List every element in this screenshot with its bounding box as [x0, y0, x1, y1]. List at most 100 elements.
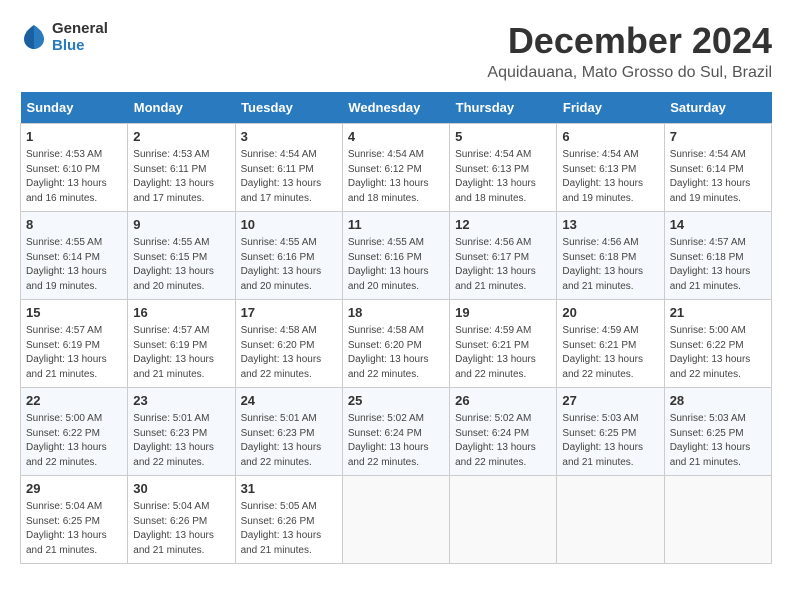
day-number: 13: [562, 216, 658, 234]
day-number: 2: [133, 128, 229, 146]
day-number: 7: [670, 128, 766, 146]
day-cell: 12Sunrise: 4:56 AMSunset: 6:17 PMDayligh…: [450, 212, 557, 300]
week-row-2: 8Sunrise: 4:55 AMSunset: 6:14 PMDaylight…: [21, 212, 772, 300]
week-row-3: 15Sunrise: 4:57 AMSunset: 6:19 PMDayligh…: [21, 300, 772, 388]
day-cell: 7 Sunrise: 4:54 AMSunset: 6:14 PMDaylight…: [664, 124, 771, 212]
day-number: 25: [348, 392, 444, 410]
day-cell: [557, 476, 664, 564]
day-info: Sunrise: 5:02 AMSunset: 6:24 PMDaylight:…: [455, 412, 551, 470]
day-number: 8: [26, 216, 122, 234]
day-cell: 24Sunrise: 5:01 AMSunset: 6:23 PMDayligh…: [235, 388, 342, 476]
day-info: Sunrise: 5:03 AMSunset: 6:25 PMDaylight:…: [562, 412, 658, 470]
day-number: 1: [26, 128, 122, 146]
logo: General Blue: [20, 20, 108, 54]
day-number: 18: [348, 304, 444, 322]
day-number: 29: [26, 480, 122, 498]
logo-text: General Blue: [52, 20, 108, 54]
title-block: December 2024 Aquidauana, Mato Grosso do…: [487, 20, 772, 82]
day-number: 4: [348, 128, 444, 146]
day-info: Sunrise: 4:57 AMSunset: 6:19 PMDaylight:…: [26, 324, 122, 382]
day-info: Sunrise: 4:55 AMSunset: 6:16 PMDaylight:…: [348, 236, 444, 294]
day-info: Sunrise: 5:05 AMSunset: 6:26 PMDaylight:…: [241, 500, 337, 558]
day-info: Sunrise: 4:54 AMSunset: 6:13 PMDaylight:…: [562, 148, 658, 206]
day-cell: 4 Sunrise: 4:54 AMSunset: 6:12 PMDaylight…: [342, 124, 449, 212]
day-cell: 11 Sunrise: 4:55 AMSunset: 6:16 PMDayligh…: [342, 212, 449, 300]
weekday-header-sunday: Sunday: [21, 92, 128, 124]
day-number: 27: [562, 392, 658, 410]
month-title: December 2024: [487, 20, 772, 62]
day-number: 16: [133, 304, 229, 322]
day-number: 14: [670, 216, 766, 234]
day-info: Sunrise: 4:56 AMSunset: 6:18 PMDaylight:…: [562, 236, 658, 294]
day-cell: 25 Sunrise: 5:02 AMSunset: 6:24 PMDayligh…: [342, 388, 449, 476]
day-info: Sunrise: 5:04 AMSunset: 6:26 PMDaylight:…: [133, 500, 229, 558]
day-cell: 2 Sunrise: 4:53 AMSunset: 6:11 PMDaylight…: [128, 124, 235, 212]
day-cell: 19 Sunrise: 4:59 AMSunset: 6:21 PMDayligh…: [450, 300, 557, 388]
weekday-header-thursday: Thursday: [450, 92, 557, 124]
day-info: Sunrise: 4:57 AMSunset: 6:18 PMDaylight:…: [670, 236, 766, 294]
weekday-header-wednesday: Wednesday: [342, 92, 449, 124]
day-cell: 17Sunrise: 4:58 AMSunset: 6:20 PMDayligh…: [235, 300, 342, 388]
day-number: 19: [455, 304, 551, 322]
day-cell: 29 Sunrise: 5:04 AMSunset: 6:25 PMDayligh…: [21, 476, 128, 564]
calendar-table: SundayMondayTuesdayWednesdayThursdayFrid…: [20, 92, 772, 564]
day-number: 20: [562, 304, 658, 322]
day-number: 21: [670, 304, 766, 322]
day-info: Sunrise: 5:01 AMSunset: 6:23 PMDaylight:…: [241, 412, 337, 470]
day-info: Sunrise: 5:04 AMSunset: 6:25 PMDaylight:…: [26, 500, 122, 558]
day-cell: [450, 476, 557, 564]
day-info: Sunrise: 4:55 AMSunset: 6:16 PMDaylight:…: [241, 236, 337, 294]
day-cell: 10 Sunrise: 4:55 AMSunset: 6:16 PMDayligh…: [235, 212, 342, 300]
week-row-4: 22 Sunrise: 5:00 AMSunset: 6:22 PMDayligh…: [21, 388, 772, 476]
location-subtitle: Aquidauana, Mato Grosso do Sul, Brazil: [487, 64, 772, 82]
day-number: 26: [455, 392, 551, 410]
day-info: Sunrise: 4:54 AMSunset: 6:11 PMDaylight:…: [241, 148, 337, 206]
day-info: Sunrise: 4:54 AMSunset: 6:14 PMDaylight:…: [670, 148, 766, 206]
day-info: Sunrise: 4:58 AMSunset: 6:20 PMDaylight:…: [348, 324, 444, 382]
day-info: Sunrise: 4:53 AMSunset: 6:11 PMDaylight:…: [133, 148, 229, 206]
day-info: Sunrise: 5:03 AMSunset: 6:25 PMDaylight:…: [670, 412, 766, 470]
day-cell: 8Sunrise: 4:55 AMSunset: 6:14 PMDaylight…: [21, 212, 128, 300]
weekday-header-monday: Monday: [128, 92, 235, 124]
day-number: 12: [455, 216, 551, 234]
day-cell: 14 Sunrise: 4:57 AMSunset: 6:18 PMDayligh…: [664, 212, 771, 300]
day-cell: 3Sunrise: 4:54 AMSunset: 6:11 PMDaylight…: [235, 124, 342, 212]
day-cell: 9 Sunrise: 4:55 AMSunset: 6:15 PMDaylight…: [128, 212, 235, 300]
day-info: Sunrise: 5:00 AMSunset: 6:22 PMDaylight:…: [26, 412, 122, 470]
day-number: 23: [133, 392, 229, 410]
day-cell: 20Sunrise: 4:59 AMSunset: 6:21 PMDayligh…: [557, 300, 664, 388]
day-cell: 16 Sunrise: 4:57 AMSunset: 6:19 PMDayligh…: [128, 300, 235, 388]
day-cell: 26 Sunrise: 5:02 AMSunset: 6:24 PMDayligh…: [450, 388, 557, 476]
day-info: Sunrise: 4:59 AMSunset: 6:21 PMDaylight:…: [455, 324, 551, 382]
weekday-header-friday: Friday: [557, 92, 664, 124]
day-number: 22: [26, 392, 122, 410]
day-cell: 31Sunrise: 5:05 AMSunset: 6:26 PMDayligh…: [235, 476, 342, 564]
day-number: 28: [670, 392, 766, 410]
day-number: 17: [241, 304, 337, 322]
day-cell: 22 Sunrise: 5:00 AMSunset: 6:22 PMDayligh…: [21, 388, 128, 476]
day-cell: [342, 476, 449, 564]
day-info: Sunrise: 5:02 AMSunset: 6:24 PMDaylight:…: [348, 412, 444, 470]
day-info: Sunrise: 4:54 AMSunset: 6:12 PMDaylight:…: [348, 148, 444, 206]
day-number: 9: [133, 216, 229, 234]
day-info: Sunrise: 4:55 AMSunset: 6:15 PMDaylight:…: [133, 236, 229, 294]
day-cell: 27 Sunrise: 5:03 AMSunset: 6:25 PMDayligh…: [557, 388, 664, 476]
day-info: Sunrise: 5:01 AMSunset: 6:23 PMDaylight:…: [133, 412, 229, 470]
day-info: Sunrise: 4:53 AMSunset: 6:10 PMDaylight:…: [26, 148, 122, 206]
day-cell: 6Sunrise: 4:54 AMSunset: 6:13 PMDaylight…: [557, 124, 664, 212]
day-cell: 5 Sunrise: 4:54 AMSunset: 6:13 PMDaylight…: [450, 124, 557, 212]
day-number: 11: [348, 216, 444, 234]
week-row-5: 29 Sunrise: 5:04 AMSunset: 6:25 PMDayligh…: [21, 476, 772, 564]
day-cell: 28 Sunrise: 5:03 AMSunset: 6:25 PMDayligh…: [664, 388, 771, 476]
day-info: Sunrise: 4:54 AMSunset: 6:13 PMDaylight:…: [455, 148, 551, 206]
day-number: 5: [455, 128, 551, 146]
day-number: 30: [133, 480, 229, 498]
weekday-header-saturday: Saturday: [664, 92, 771, 124]
day-info: Sunrise: 4:57 AMSunset: 6:19 PMDaylight:…: [133, 324, 229, 382]
logo-icon: [20, 23, 48, 51]
day-cell: 23 Sunrise: 5:01 AMSunset: 6:23 PMDayligh…: [128, 388, 235, 476]
week-row-1: 1 Sunrise: 4:53 AMSunset: 6:10 PMDaylight…: [21, 124, 772, 212]
day-number: 10: [241, 216, 337, 234]
day-cell: 13 Sunrise: 4:56 AMSunset: 6:18 PMDayligh…: [557, 212, 664, 300]
day-cell: [664, 476, 771, 564]
